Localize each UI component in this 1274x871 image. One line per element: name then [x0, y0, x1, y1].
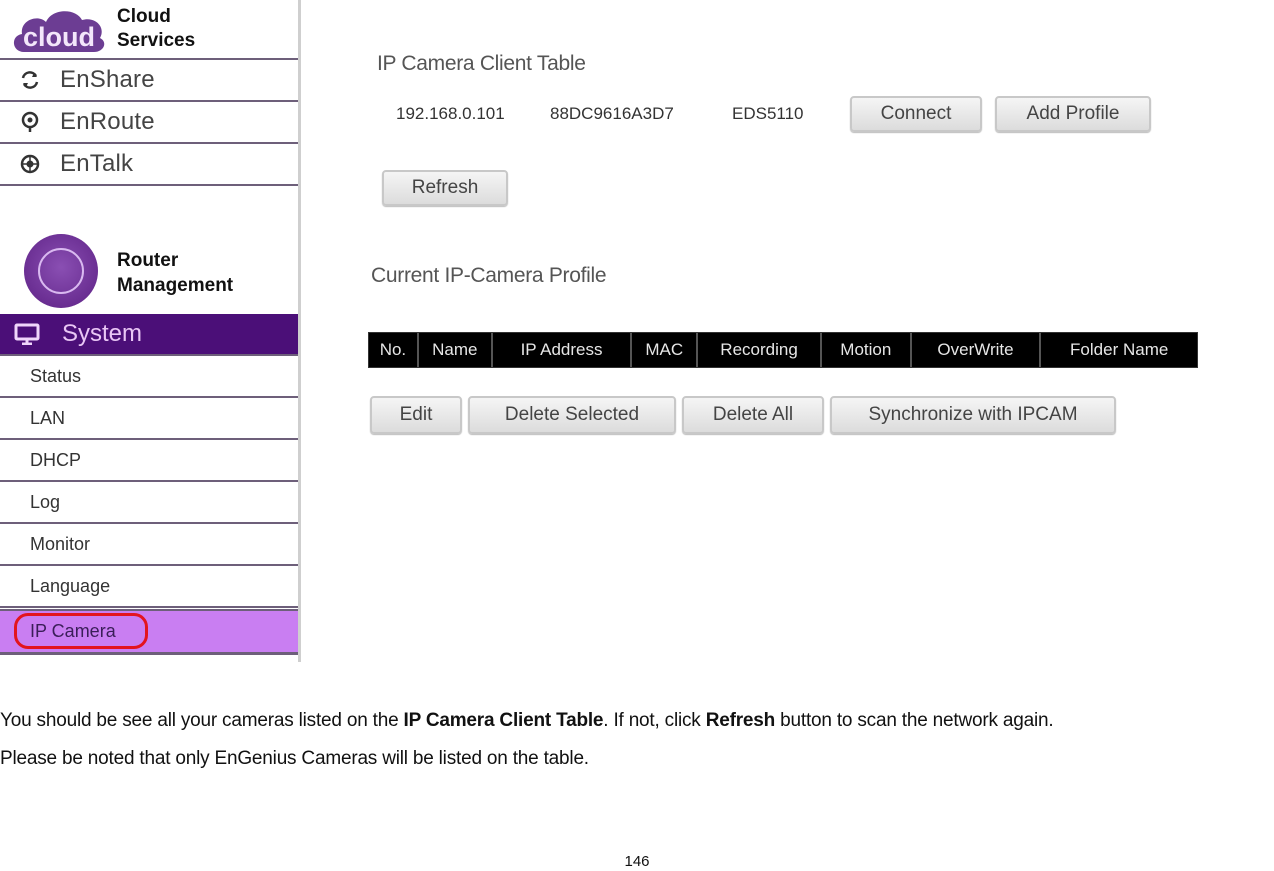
add-profile-button[interactable]: Add Profile — [995, 96, 1151, 132]
router-management-header: Router Management — [0, 190, 298, 314]
sidebar-item-ip-camera[interactable]: IP Camera — [0, 609, 298, 655]
sidebar-item-monitor[interactable]: Monitor — [0, 524, 298, 566]
profile-title: Current IP-Camera Profile — [371, 264, 607, 287]
instruction-paragraph-line2: Please be noted that only EnGenius Camer… — [0, 748, 589, 769]
bold-term-refresh: Refresh — [705, 710, 776, 731]
profile-table-header: No. Name IP Address MAC Recording Motion… — [368, 332, 1198, 368]
column-header-name: Name — [419, 333, 493, 367]
location-pin-icon — [20, 111, 40, 132]
client-ip-address: 192.168.0.101 — [396, 104, 505, 123]
sidebar-item-dhcp[interactable]: DHCP — [0, 440, 298, 482]
router-ui-screenshot: cloud Cloud Services EnShare EnRoute EnT… — [0, 0, 1200, 662]
delete-all-button[interactable]: Delete All — [682, 396, 824, 434]
client-model: EDS5110 — [732, 104, 804, 123]
sidebar-item-log[interactable]: Log — [0, 482, 298, 524]
column-header-overwrite: OverWrite — [912, 333, 1042, 367]
edit-button[interactable]: Edit — [370, 396, 462, 434]
sidebar-section-system[interactable]: System — [0, 314, 298, 356]
column-header-mac: MAC — [632, 333, 699, 367]
client-mac-address: 88DC9616A3D7 — [550, 104, 674, 123]
delete-selected-button[interactable]: Delete Selected — [468, 396, 676, 434]
column-header-no: No. — [369, 333, 419, 367]
sidebar-item-enshare[interactable]: EnShare — [0, 60, 298, 102]
router-management-logo-icon — [24, 234, 98, 308]
sidebar-item-enroute[interactable]: EnRoute — [0, 102, 298, 144]
monitor-icon — [14, 323, 40, 345]
sidebar-item-entalk[interactable]: EnTalk — [0, 144, 298, 186]
instruction-paragraph-line1: You should be see all your cameras liste… — [0, 710, 1054, 731]
router-management-title: Router Management — [117, 250, 234, 296]
synchronize-button[interactable]: Synchronize with IPCAM — [830, 396, 1116, 434]
connect-button[interactable]: Connect — [850, 96, 982, 132]
client-table-title: IP Camera Client Table — [377, 52, 586, 75]
main-panel: IP Camera Client Table 192.168.0.101 88D… — [340, 0, 1200, 662]
highlight-annotation-ring — [14, 613, 148, 649]
svg-text:cloud: cloud — [23, 22, 95, 52]
column-header-folder-name: Folder Name — [1070, 340, 1169, 359]
column-header-motion: Motion — [822, 333, 912, 367]
column-header-ip-address: IP Address — [493, 333, 633, 367]
sidebar-item-language[interactable]: Language — [0, 566, 298, 608]
chat-globe-icon — [20, 154, 40, 174]
sidebar-item-lan[interactable]: LAN — [0, 398, 298, 440]
sidebar-item-status[interactable]: Status — [0, 356, 298, 398]
sync-icon — [20, 70, 40, 90]
column-header-recording: Recording — [698, 333, 822, 367]
sidebar: cloud Cloud Services EnShare EnRoute EnT… — [0, 0, 301, 662]
cloud-services-header: cloud Cloud Services — [0, 0, 298, 60]
cloud-logo-icon: cloud — [13, 11, 105, 52]
refresh-button[interactable]: Refresh — [382, 170, 508, 206]
bold-term-client-table: IP Camera Client Table — [403, 710, 604, 731]
page-number: 146 — [624, 853, 650, 870]
cloud-services-title: Cloud Services — [117, 6, 196, 51]
